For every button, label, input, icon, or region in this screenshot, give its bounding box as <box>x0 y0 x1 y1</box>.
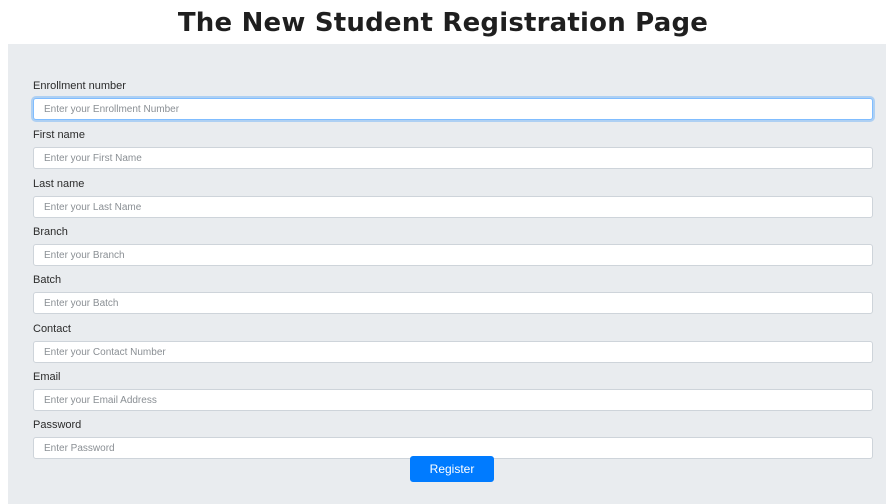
contact-input[interactable] <box>33 341 873 363</box>
batch-field: Batch <box>33 273 873 314</box>
page-title: The New Student Registration Page <box>177 8 709 38</box>
first-name-label: First name <box>33 129 85 141</box>
contact-field: Contact <box>33 322 873 363</box>
contact-label: Contact <box>33 323 71 335</box>
first-name-field: First name <box>33 128 873 169</box>
registration-form: Enrollment number First name Last name B… <box>8 44 886 504</box>
last-name-field: Last name <box>33 177 873 218</box>
email-label: Email <box>33 371 61 383</box>
email-field: Email <box>33 370 873 411</box>
enrollment-number-label: Enrollment number <box>33 80 126 92</box>
last-name-label: Last name <box>33 178 85 190</box>
batch-label: Batch <box>33 274 62 286</box>
branch-input[interactable] <box>33 244 873 266</box>
email-input[interactable] <box>33 389 873 411</box>
branch-field: Branch <box>33 225 873 266</box>
first-name-input[interactable] <box>33 147 873 169</box>
batch-input[interactable] <box>33 292 873 314</box>
register-button[interactable]: Register <box>410 456 494 482</box>
branch-label: Branch <box>33 226 68 238</box>
password-label: Password <box>33 419 82 431</box>
last-name-input[interactable] <box>33 196 873 218</box>
enrollment-number-field: Enrollment number <box>33 79 873 120</box>
password-field: Password <box>33 418 873 459</box>
enrollment-number-input[interactable] <box>33 98 873 120</box>
